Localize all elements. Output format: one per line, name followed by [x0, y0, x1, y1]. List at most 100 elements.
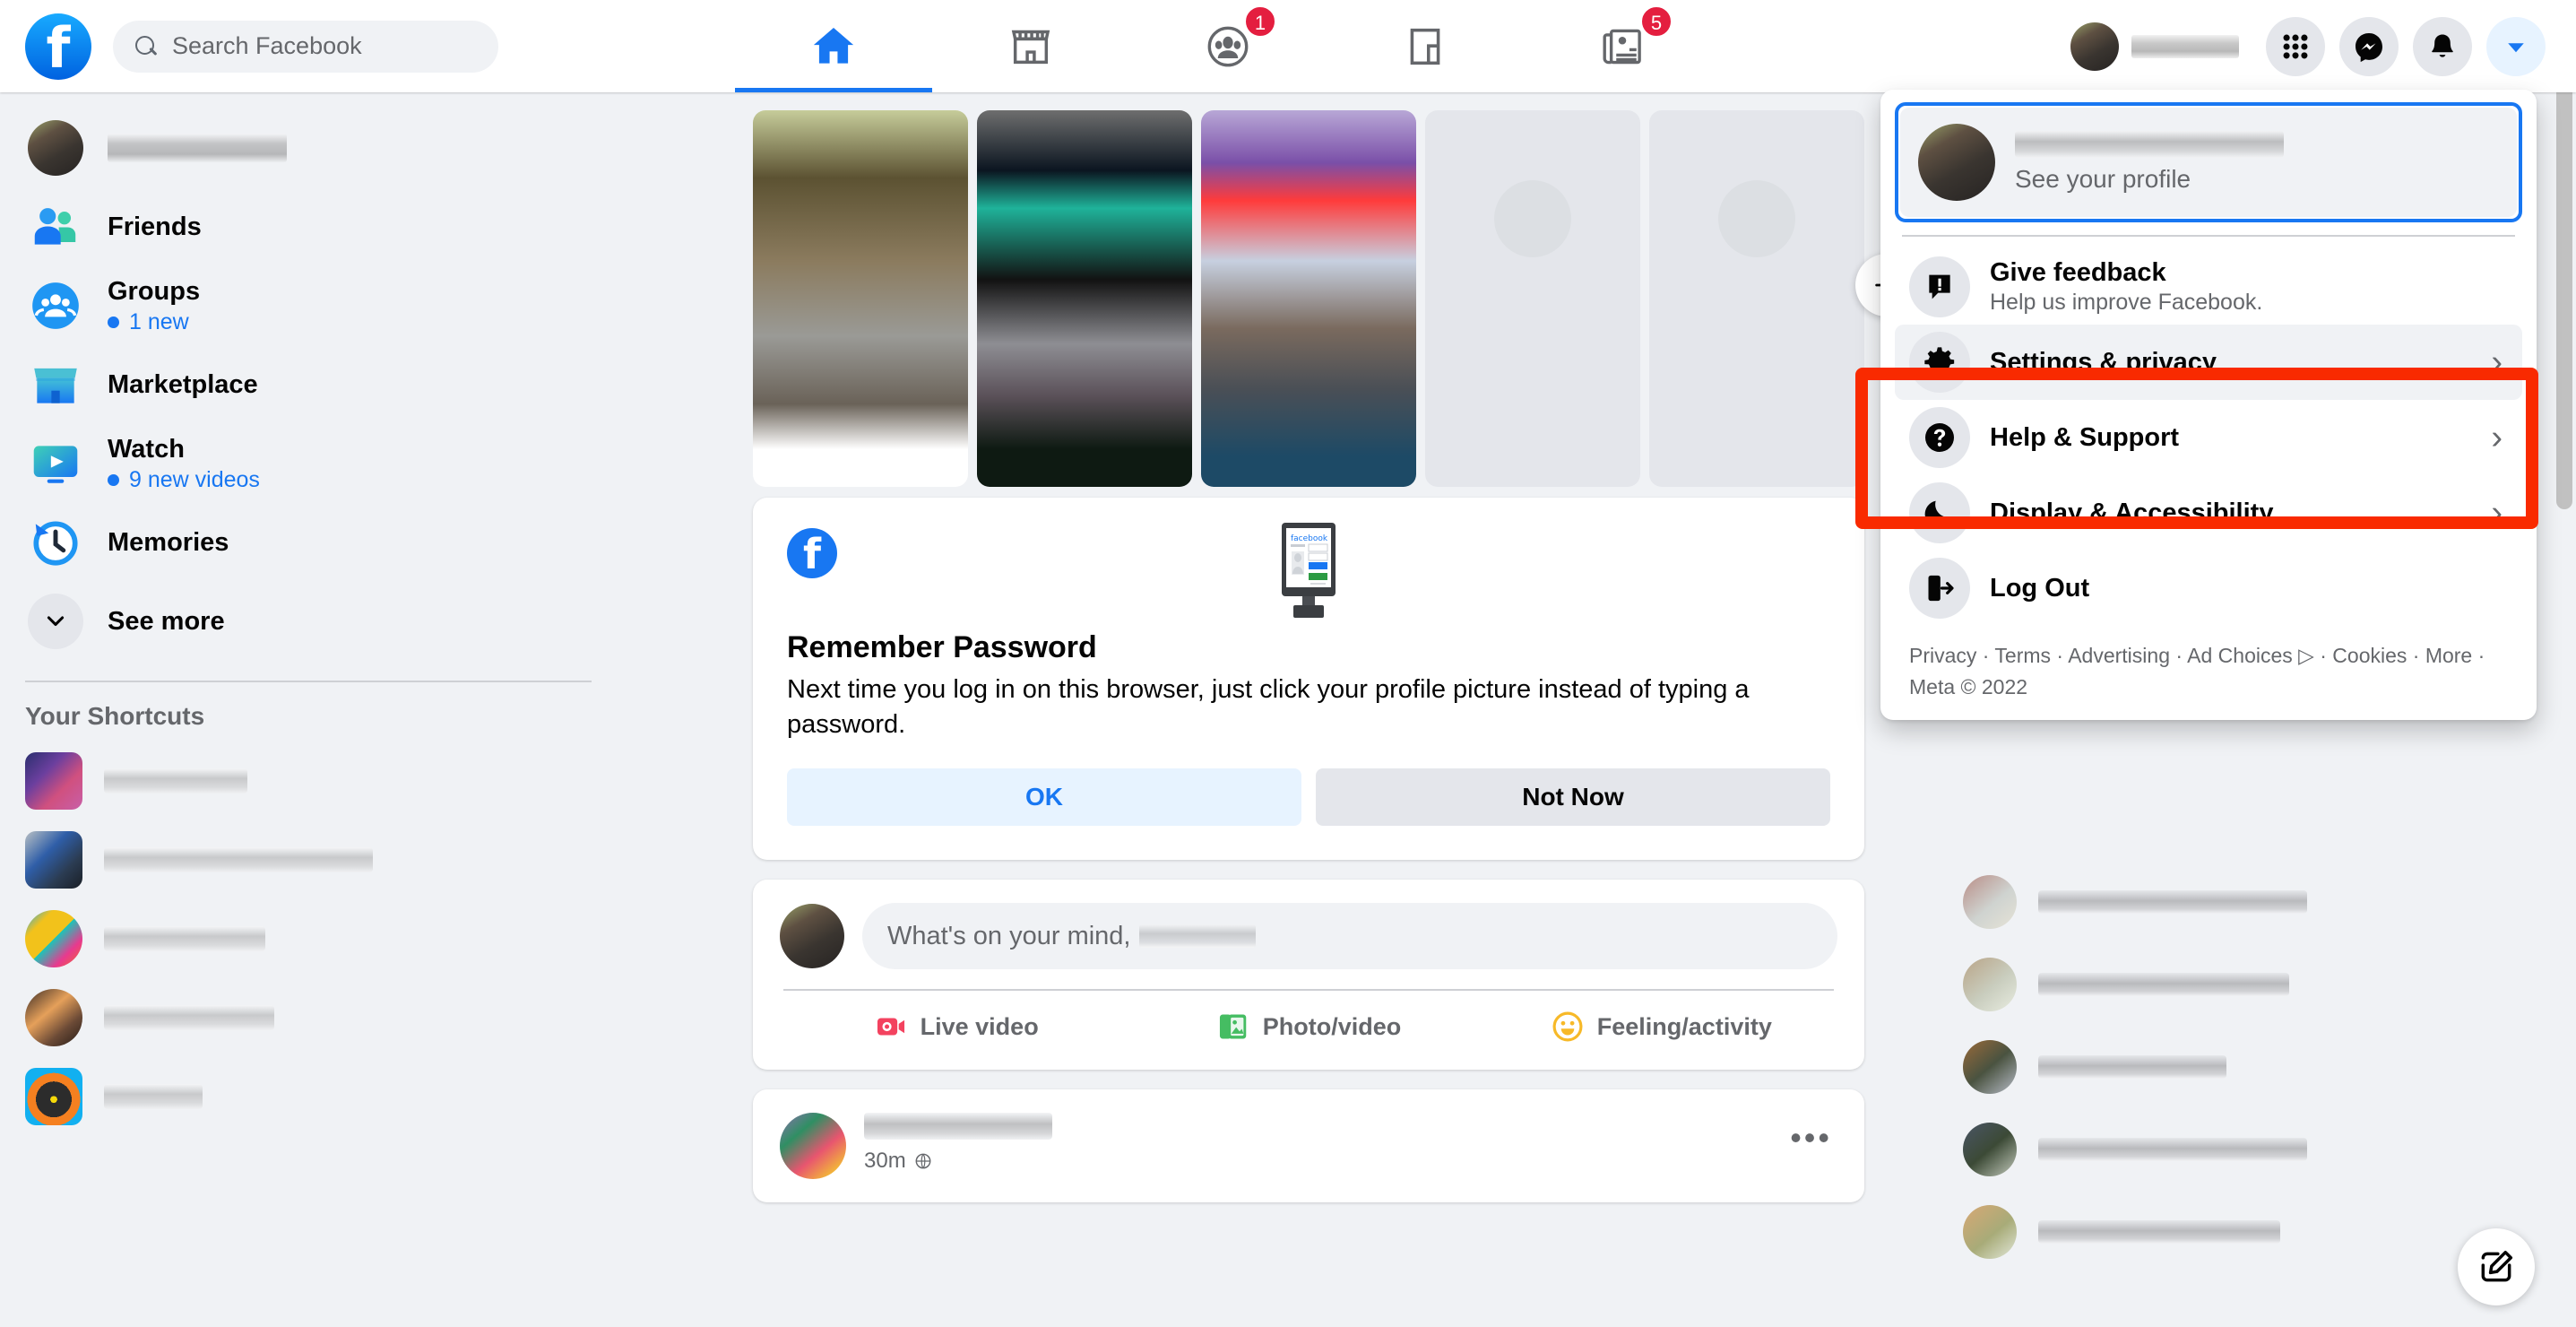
sidebar-item-groups[interactable]: Groups 1 new [0, 266, 609, 345]
live-video-button[interactable]: Live video [780, 991, 1132, 1062]
sidebar-item-profile[interactable] [0, 108, 609, 187]
header-profile-name-blurred [2131, 34, 2239, 58]
gaming-icon [1410, 28, 1440, 65]
memories-icon [25, 512, 86, 573]
menu-item-help-and-support[interactable]: Help & Support › [1895, 400, 2522, 475]
shortcut-thumbnail [25, 831, 82, 889]
sidebar-item-label: See more [108, 606, 225, 636]
see-your-profile-button[interactable]: See your profile [1900, 108, 2517, 217]
dialog-title: Remember Password [787, 630, 1097, 664]
grid-menu-icon [2283, 34, 2308, 58]
menu-item-log-out[interactable]: Log Out [1895, 551, 2522, 626]
bell-icon [2432, 34, 2453, 57]
contact-row[interactable] [1909, 861, 2576, 943]
sidebar-item-sublabel-wrap: 1 new [108, 309, 200, 335]
top-navigation-bar: Search Facebook 1 [0, 0, 2576, 92]
grid-menu-button[interactable] [2266, 16, 2325, 76]
composer-name-blurred [1139, 924, 1257, 949]
shortcut-item[interactable] [0, 978, 627, 1057]
sidebar-item-memories[interactable]: Memories [0, 503, 609, 582]
story-card[interactable] [1201, 110, 1416, 487]
avatar [1963, 875, 2017, 929]
page-scrollbar[interactable] [2556, 7, 2572, 1316]
messenger-icon [2356, 32, 2382, 62]
avatar [1963, 958, 2017, 1011]
shortcut-item[interactable] [0, 899, 627, 978]
menu-item-label: Help & Support [1990, 422, 2180, 452]
not-now-button[interactable]: Not Now [1316, 768, 1830, 827]
right-sidebar-contacts [1909, 861, 2576, 1327]
photo-video-button[interactable]: Photo/video [1132, 991, 1484, 1062]
sidebar-item-see-more[interactable]: See more [0, 582, 609, 661]
sidebar-item-label: Friends [108, 212, 202, 241]
contact-name-blurred [2038, 1220, 2280, 1244]
story-card-placeholder[interactable] [1425, 110, 1640, 487]
feeling-activity-button[interactable]: Feeling/activity [1485, 991, 1837, 1062]
account-dropdown-button[interactable] [2486, 16, 2546, 76]
sidebar-item-marketplace[interactable]: Marketplace [0, 345, 609, 424]
notifications-button[interactable] [2413, 16, 2472, 76]
contact-row[interactable] [1909, 943, 2576, 1026]
see-more-icon-wrap [25, 591, 86, 652]
menu-footer-links[interactable]: Privacy · Terms · Advertising · Ad Choic… [1895, 626, 2522, 707]
tab-groups[interactable]: 1 [1129, 0, 1327, 92]
sidebar-groups-text: Groups 1 new [86, 277, 200, 335]
sidebar-item-sublabel: 1 new [129, 308, 189, 334]
chevron-down-icon [2508, 42, 2524, 52]
compose-message-button[interactable] [2458, 1228, 2535, 1305]
menu-item-display-and-accessibility[interactable]: Display & Accessibility › [1895, 475, 2522, 551]
new-indicator-dot [108, 316, 119, 328]
logout-icon-wrap [1909, 558, 1970, 619]
gear-icon-wrap [1909, 332, 1970, 393]
account-dropdown-menu: See your profile Give feedback Help us i… [1880, 90, 2537, 720]
sidebar-item-watch[interactable]: Watch 9 new videos [0, 424, 609, 503]
header-left-section: Search Facebook [25, 0, 498, 92]
shortcut-thumbnail [25, 752, 82, 810]
dialog-body-text: Next time you log in on this browser, ju… [787, 675, 1750, 739]
tab-news[interactable]: 5 [1524, 0, 1721, 92]
story-card[interactable] [977, 110, 1192, 487]
header-profile-link[interactable] [2067, 15, 2252, 78]
sidebar-watch-text: Watch 9 new videos [86, 435, 260, 493]
groups-icon [1207, 26, 1249, 66]
menu-item-give-feedback[interactable]: Give feedback Help us improve Facebook. [1895, 249, 2522, 325]
composer-actions: Live video Photo/video Feeling/activity [780, 991, 1837, 1062]
chevron-right-icon: › [2491, 343, 2503, 381]
avatar [2070, 22, 2119, 71]
avatar [780, 904, 844, 969]
shortcut-item[interactable] [0, 1057, 627, 1136]
contact-row[interactable] [1909, 1026, 2576, 1108]
contact-row[interactable] [1909, 1108, 2576, 1191]
story-card-placeholder[interactable] [1649, 110, 1864, 487]
story-card[interactable] [753, 110, 968, 487]
messenger-button[interactable] [2339, 16, 2399, 76]
menu-item-settings-and-privacy[interactable]: Settings & privacy › [1895, 325, 2522, 400]
feed-post: 30m ••• [753, 1089, 1864, 1203]
menu-profile-name-blurred [2015, 131, 2284, 158]
whats-on-your-mind-input[interactable]: What's on your mind, [862, 903, 1837, 970]
tab-gaming[interactable] [1327, 0, 1524, 92]
shortcut-item[interactable] [0, 820, 627, 899]
shortcut-thumbnail [25, 910, 82, 967]
composer-action-label: Feeling/activity [1596, 1012, 1772, 1040]
sidebar-item-label: Memories [108, 527, 229, 557]
tab-marketplace[interactable] [932, 0, 1129, 92]
menu-divider [1902, 235, 2515, 237]
search-input[interactable]: Search Facebook [113, 20, 498, 73]
ok-button[interactable]: OK [787, 768, 1301, 827]
feedback-icon [1929, 274, 1950, 299]
sidebar-item-friends[interactable]: Friends [0, 187, 609, 266]
facebook-logo-icon[interactable] [25, 13, 91, 80]
header-right-section [2067, 0, 2546, 92]
chevron-down-icon [47, 616, 65, 627]
shortcut-item[interactable] [0, 742, 627, 820]
sidebar-item-label: Groups [108, 276, 201, 306]
see-your-profile-focus-ring: See your profile [1895, 102, 2522, 222]
tab-home[interactable] [735, 0, 932, 92]
menu-profile-subtitle: See your profile [2015, 165, 2191, 193]
post-meta: 30m [864, 1113, 1052, 1174]
more-options-icon[interactable]: ••• [1790, 1122, 1832, 1154]
shortcuts-heading: Your Shortcuts [25, 702, 205, 730]
gear-icon [1924, 347, 1955, 377]
marketplace-icon [1011, 30, 1050, 64]
